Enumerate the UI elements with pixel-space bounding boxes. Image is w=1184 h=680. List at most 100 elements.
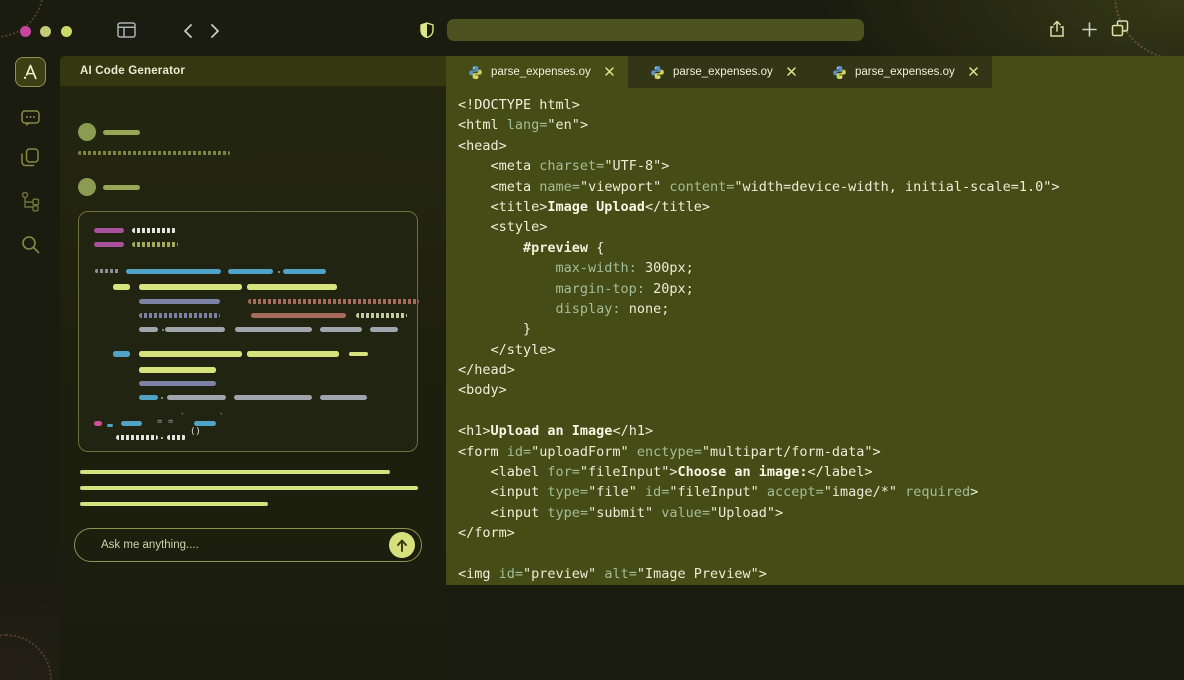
toolbar	[0, 0, 1184, 56]
skeleton-bar	[94, 242, 124, 247]
chat-skeleton: = = ` ` ()	[60, 86, 447, 680]
skeleton-line	[80, 470, 390, 474]
skeleton-bar	[234, 395, 312, 400]
editor-tab[interactable]: parse_expenses.oy	[628, 56, 810, 88]
sidebar-item-chat[interactable]	[0, 110, 60, 127]
skeleton-bar	[94, 228, 124, 233]
skeleton-bar	[139, 351, 242, 357]
search-icon	[21, 235, 40, 254]
skeleton-bar	[228, 269, 273, 274]
ask-input-container	[74, 528, 422, 562]
code-line: <body>	[458, 380, 1184, 400]
code-line: <html lang="en">	[458, 115, 1184, 135]
ai-panel: AI Code Generator = =``()	[60, 56, 447, 680]
skeleton-bar	[283, 269, 326, 274]
code-line: <label for="fileInput">Choose an image:<…	[458, 462, 1184, 482]
arrow-up-icon	[396, 539, 408, 552]
skeleton-bar	[370, 327, 398, 332]
skeleton-bar	[139, 299, 220, 304]
skeleton-bar	[126, 269, 221, 274]
skeleton-bar	[113, 351, 130, 357]
code-line: <h1>Upload an Image</h1>	[458, 421, 1184, 441]
python-icon	[650, 65, 665, 80]
code-line: }	[458, 319, 1184, 339]
traffic-light-close[interactable]	[20, 26, 31, 37]
skeleton-bar	[235, 327, 312, 332]
code-line: margin-top: 20px;	[458, 279, 1184, 299]
skeleton-bar	[247, 351, 339, 357]
shield-icon	[420, 22, 434, 38]
skeleton-glyph: `	[219, 413, 224, 423]
send-button[interactable]	[389, 532, 415, 558]
forward-icon	[210, 26, 220, 41]
sidebar-item-search[interactable]	[0, 235, 60, 254]
skeleton-bar	[132, 228, 176, 233]
sidebar-item-pages[interactable]	[0, 148, 60, 167]
skeleton-message-line	[78, 151, 230, 155]
skeleton-bar	[162, 329, 164, 331]
sidebar-item-flow[interactable]	[0, 191, 60, 212]
back-button[interactable]	[183, 24, 193, 38]
new-tab-button[interactable]	[1082, 22, 1097, 37]
tab-bar: parse_expenses.oy parse_expenses.oy	[446, 56, 1184, 88]
skeleton-bar	[247, 284, 337, 290]
skeleton-bar	[116, 435, 158, 440]
skeleton-avatar	[78, 178, 96, 196]
skeleton-avatar	[78, 123, 96, 141]
editor-tab[interactable]: parse_expenses.oy	[810, 56, 992, 88]
back-icon	[183, 26, 193, 41]
skeleton-bar	[113, 284, 130, 290]
tab-label: parse_expenses.oy	[491, 66, 597, 78]
skeleton-bar	[248, 299, 419, 304]
skeleton-bar	[139, 381, 216, 386]
skeleton-glyph: = =	[157, 417, 173, 427]
close-icon[interactable]	[969, 66, 978, 78]
share-button[interactable]	[1049, 20, 1065, 38]
skeleton-bar	[320, 395, 367, 400]
skeleton-bar	[94, 421, 102, 426]
skeleton-name-bar	[103, 185, 140, 190]
traffic-light-minimize[interactable]	[40, 26, 51, 37]
skeleton-bar	[139, 367, 216, 373]
skeleton-code-box: = = ` ` ()	[78, 211, 418, 452]
skeleton-glyph: `	[180, 413, 185, 423]
tab-label: parse_expenses.oy	[673, 66, 779, 78]
skeleton-line	[80, 486, 418, 490]
code-line: <form id="uploadForm" enctype="multipart…	[458, 442, 1184, 462]
forward-button[interactable]	[210, 24, 220, 38]
code-line: <!DOCTYPE html>	[458, 95, 1184, 115]
code-line: <title>Image Upload</title>	[458, 197, 1184, 217]
url-bar[interactable]	[447, 19, 864, 41]
skeleton-bar	[139, 395, 158, 400]
close-icon[interactable]	[787, 66, 796, 78]
tab-overview-icon	[1111, 25, 1129, 40]
icon-rail	[0, 56, 60, 680]
skeleton-bar	[167, 395, 226, 400]
tab-overview-button[interactable]	[1111, 20, 1129, 37]
editor-tab[interactable]: parse_expenses.oy	[446, 56, 628, 88]
traffic-light-zoom[interactable]	[61, 26, 72, 37]
code-line: <img id="preview" alt="Image Preview">	[458, 564, 1184, 584]
skeleton-bar	[167, 435, 186, 440]
code-line: #preview {	[458, 238, 1184, 258]
editor: parse_expenses.oy parse_expenses.oy	[446, 56, 1184, 585]
ask-input[interactable]	[75, 539, 421, 551]
code-line	[458, 401, 1184, 421]
tab-label: parse_expenses.oy	[855, 66, 961, 78]
close-icon[interactable]	[605, 66, 614, 78]
skeleton-bar	[356, 313, 407, 318]
logo-a-icon	[15, 57, 46, 87]
share-icon	[1049, 26, 1065, 41]
skeleton-bar	[95, 269, 119, 273]
skeleton-bar	[161, 437, 163, 439]
sidebar-toggle-button[interactable]	[117, 22, 136, 38]
skeleton-glyph: ()	[190, 427, 201, 437]
code-area[interactable]: <!DOCTYPE html><html lang="en"><head> <m…	[446, 88, 1184, 585]
sidebar-item-app-logo[interactable]	[0, 57, 60, 87]
browser-window: AI Code Generator = =``()	[0, 0, 1184, 680]
skeleton-bar	[132, 242, 178, 247]
code-line: </form>	[458, 523, 1184, 543]
python-icon	[468, 65, 483, 80]
flow-icon	[21, 191, 40, 212]
python-icon	[832, 65, 847, 80]
